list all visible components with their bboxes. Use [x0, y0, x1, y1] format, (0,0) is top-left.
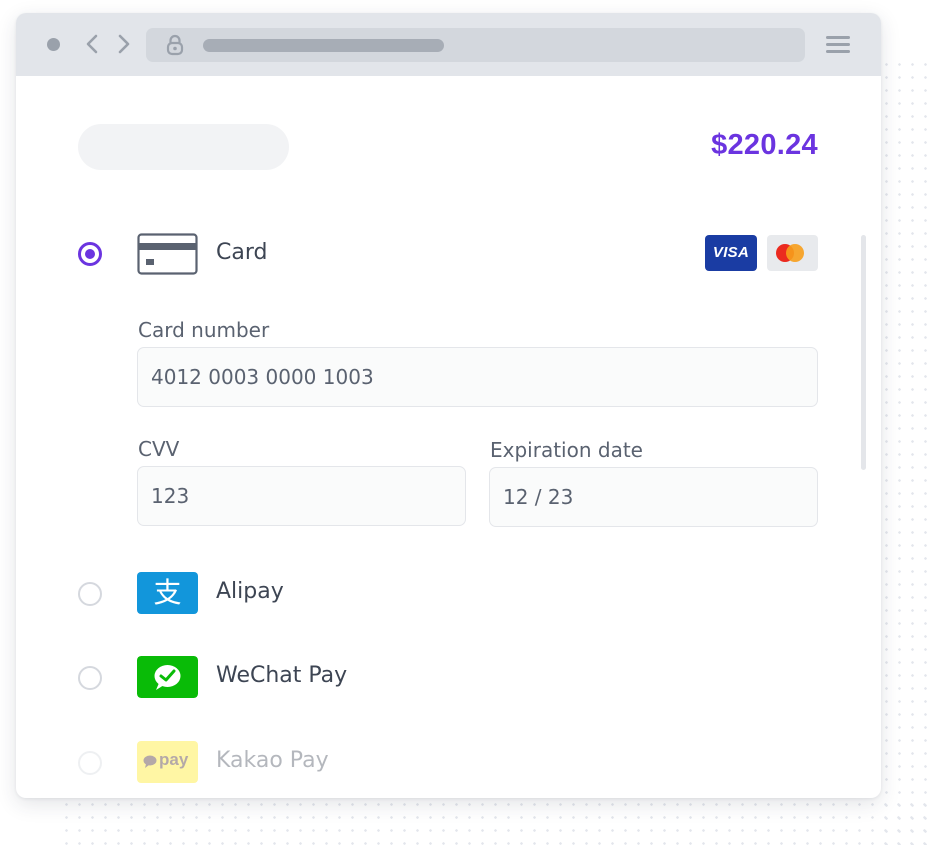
chevron-left-icon[interactable] — [82, 33, 104, 55]
radio-card[interactable] — [78, 242, 102, 266]
payment-method-label: Alipay — [216, 579, 284, 604]
payment-method-label: WeChat Pay — [216, 663, 348, 688]
address-bar[interactable] — [146, 28, 805, 62]
card-number-label: Card number — [138, 318, 270, 342]
browser-toolbar — [16, 13, 881, 76]
wechat-pay-icon — [137, 656, 198, 698]
payment-method-label: Card — [216, 240, 268, 265]
placeholder-pill — [78, 124, 289, 170]
lock-icon — [166, 34, 184, 56]
kakao-pay-icon-text: pay — [159, 750, 189, 769]
radio-wechat-pay[interactable] — [78, 666, 102, 690]
scrollbar[interactable] — [861, 235, 866, 470]
expiration-date-input[interactable]: 12 / 23 — [489, 467, 818, 527]
decorative-dot-pattern — [60, 798, 928, 845]
mastercard-icon — [767, 235, 818, 271]
expiration-date-label: Expiration date — [490, 438, 643, 462]
total-amount: $220.24 — [711, 129, 818, 161]
expiration-date-value: 12 / 23 — [503, 485, 574, 509]
chevron-right-icon[interactable] — [112, 33, 134, 55]
payment-method-label: Kakao Pay — [216, 748, 329, 773]
dot-icon — [47, 38, 60, 51]
hamburger-menu-icon[interactable] — [826, 34, 850, 54]
cvv-label: CVV — [138, 437, 180, 461]
card-number-value: 4012 0003 0000 1003 — [151, 365, 374, 389]
card-number-input[interactable]: 4012 0003 0000 1003 — [137, 347, 818, 407]
visa-icon: VISA — [705, 235, 757, 271]
radio-kakao-pay[interactable] — [78, 751, 102, 775]
alipay-icon: 支 — [137, 572, 198, 614]
credit-card-icon — [137, 233, 198, 275]
radio-alipay[interactable] — [78, 582, 102, 606]
url-placeholder-bar — [203, 39, 444, 52]
speech-bubble-icon — [143, 755, 157, 768]
browser-window: $220.24 Card VISA Card number 4012 0003 … — [16, 13, 881, 798]
decorative-dot-pattern — [880, 58, 928, 845]
cvv-value: 123 — [151, 484, 190, 508]
cvv-input[interactable]: 123 — [137, 466, 466, 526]
kakao-pay-icon: pay — [137, 741, 198, 783]
